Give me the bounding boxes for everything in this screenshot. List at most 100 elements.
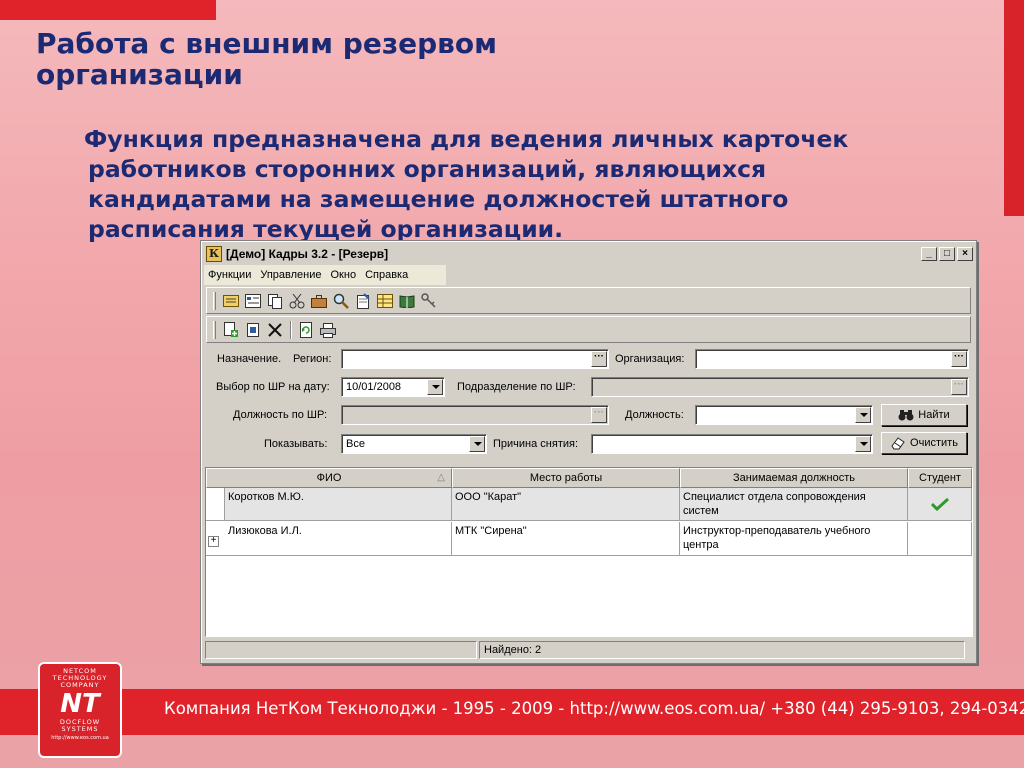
- eraser-icon: [891, 437, 905, 450]
- slide-description: Функция предназначена для ведения личных…: [84, 124, 984, 244]
- find-button-label: Найти: [918, 409, 950, 421]
- organization-lookup-button[interactable]: ···: [951, 351, 967, 367]
- reserve-table: ФИО △ Место работы Занимаемая должность …: [205, 467, 973, 637]
- refresh-icon[interactable]: [297, 321, 314, 338]
- print-icon[interactable]: [319, 321, 336, 338]
- date-dropdown-button[interactable]: [427, 379, 443, 395]
- menu-window[interactable]: Окно: [331, 269, 357, 281]
- position-select[interactable]: [695, 405, 873, 425]
- book-icon[interactable]: [398, 292, 415, 309]
- column-header-fio[interactable]: ФИО △: [206, 468, 452, 488]
- position-sr-field: ···: [341, 405, 609, 425]
- menu-management[interactable]: Управление: [260, 269, 321, 281]
- purpose-label: Назначение.: [217, 353, 282, 365]
- keys-icon[interactable]: [420, 292, 437, 309]
- status-found-count: Найдено: 2: [479, 641, 965, 659]
- binoculars-icon: [898, 410, 914, 421]
- position-sr-lookup-button: ···: [591, 407, 607, 423]
- show-value: Все: [346, 438, 365, 450]
- clear-button[interactable]: Очистить: [881, 432, 967, 454]
- menu-functions[interactable]: Функции: [208, 269, 251, 281]
- date-value: 10/01/2008: [346, 381, 402, 393]
- copy-icon[interactable]: [266, 292, 283, 309]
- status-bar: Найдено: 2: [205, 641, 972, 661]
- app-logo-icon: К: [206, 246, 222, 262]
- expand-row-icon[interactable]: +: [208, 536, 219, 547]
- clear-button-label: Очистить: [910, 437, 958, 449]
- table-header: ФИО △ Место работы Занимаемая должность …: [206, 468, 972, 488]
- column-header-fio-label: ФИО: [316, 472, 342, 484]
- cell-workplace: ООО "Карат": [452, 488, 680, 520]
- window-controls: _ □ ×: [921, 247, 973, 261]
- column-header-position[interactable]: Занимаемая должность: [680, 468, 908, 488]
- find-button[interactable]: Найти: [881, 404, 967, 426]
- show-dropdown-button[interactable]: [469, 436, 485, 452]
- description-line-1: Функция предназначена для ведения личных…: [84, 125, 849, 153]
- table-icon[interactable]: [376, 292, 393, 309]
- cell-workplace: МТК "Сирена": [452, 522, 680, 555]
- right-red-bar: [1004, 0, 1024, 216]
- logo-bottom-text: DOCFLOW SYSTEMS: [59, 718, 101, 733]
- list-icon[interactable]: [244, 292, 261, 309]
- add-document-icon[interactable]: [222, 321, 239, 338]
- reason-label: Причина снятия:: [493, 438, 579, 450]
- menubar: Функции Управление Окно Справка: [204, 265, 446, 285]
- toolbar-main: [206, 287, 971, 314]
- scissors-icon[interactable]: [288, 292, 305, 309]
- magnifier-icon[interactable]: [332, 292, 349, 309]
- slide-title-line-1: Работа с внешним резервом: [36, 27, 497, 60]
- subdivision-lookup-button: ···: [951, 379, 967, 395]
- cell-fio: Лизюкова И.Л.: [225, 522, 452, 555]
- organization-field[interactable]: ···: [695, 349, 969, 369]
- briefcase-icon[interactable]: [310, 292, 327, 309]
- menu-help[interactable]: Справка: [365, 269, 408, 281]
- position-label: Должность:: [625, 409, 684, 421]
- position-dropdown-button[interactable]: [855, 407, 871, 423]
- company-logo: NETCOM TECHNOLOGY COMPANY NT DOCFLOW SYS…: [38, 662, 122, 758]
- checkmark-icon: [930, 497, 949, 511]
- table-row[interactable]: + Лизюкова И.Л. МТК "Сирена" Инструктор-…: [206, 522, 972, 556]
- region-lookup-button[interactable]: ···: [591, 351, 607, 367]
- column-header-student[interactable]: Студент: [908, 468, 972, 488]
- app-window: К [Демо] Кадры 3.2 - [Резерв] _ □ × Функ…: [200, 240, 977, 664]
- minimize-button[interactable]: _: [921, 247, 937, 261]
- date-label: Выбор по ШР на дату:: [216, 381, 330, 393]
- logo-top-text: NETCOM TECHNOLOGY COMPANY: [52, 667, 108, 689]
- maximize-button[interactable]: □: [939, 247, 955, 261]
- reason-select[interactable]: [591, 434, 873, 454]
- description-line-3: кандидатами на замещение должностей штат…: [88, 185, 789, 213]
- footer-text: Компания НетКом Текнолоджи - 1995 - 2009…: [164, 699, 1024, 718]
- column-header-workplace[interactable]: Место работы: [452, 468, 680, 488]
- slide-title: Работа с внешним резервом организации: [36, 28, 736, 90]
- toolbar-grip[interactable]: [213, 320, 216, 339]
- close-button[interactable]: ×: [957, 247, 973, 261]
- toolbar-separator: [290, 320, 292, 339]
- date-select[interactable]: 10/01/2008: [341, 377, 445, 397]
- toolbar-actions: [206, 316, 971, 343]
- cell-position: Специалист отдела сопровождения систем: [680, 488, 908, 520]
- logo-url: http://www.eos.com.ua: [51, 735, 109, 741]
- row-marker: [206, 488, 225, 520]
- window-title: [Демо] Кадры 3.2 - [Резерв]: [226, 247, 389, 261]
- show-label: Показывать:: [264, 438, 328, 450]
- description-line-2: работников сторонних организаций, являющ…: [88, 155, 767, 183]
- notepad-icon[interactable]: [354, 292, 371, 309]
- show-select[interactable]: Все: [341, 434, 487, 454]
- cell-fio: Коротков М.Ю.: [225, 488, 452, 520]
- document-icon[interactable]: [244, 321, 261, 338]
- logo-mark: NT: [60, 689, 100, 719]
- region-label: Регион:: [293, 353, 332, 365]
- table-row[interactable]: Коротков М.Ю. ООО "Карат" Специалист отд…: [206, 488, 972, 521]
- reason-dropdown-button[interactable]: [855, 436, 871, 452]
- card-icon[interactable]: [222, 292, 239, 309]
- top-red-bar: [0, 0, 216, 20]
- toolbar-grip[interactable]: [213, 291, 216, 310]
- row-marker: +: [206, 522, 225, 555]
- status-panel-empty: [205, 641, 477, 659]
- cell-student: [908, 522, 972, 555]
- subdivision-field: ···: [591, 377, 969, 397]
- window-titlebar[interactable]: К [Демо] Кадры 3.2 - [Резерв] _ □ ×: [204, 244, 973, 264]
- delete-icon[interactable]: [266, 321, 283, 338]
- region-field[interactable]: ···: [341, 349, 609, 369]
- organization-label: Организация:: [615, 353, 685, 365]
